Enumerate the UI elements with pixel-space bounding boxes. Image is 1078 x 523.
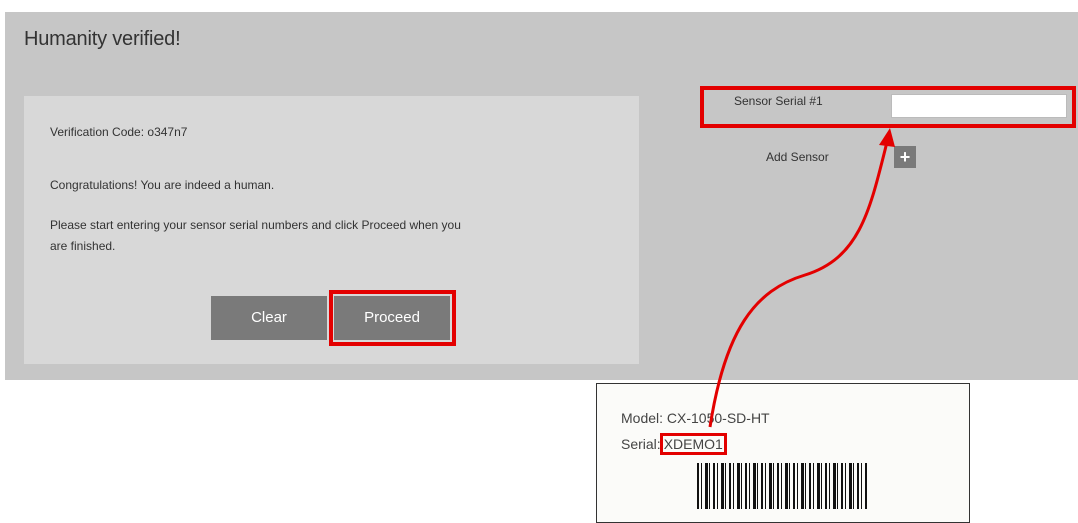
proceed-highlight: [329, 290, 456, 346]
sensor-serial-highlight: [700, 86, 1076, 128]
instructions-text-line1: Please start entering your sensor serial…: [50, 218, 461, 232]
device-serial-prefix: Serial:: [621, 436, 661, 452]
congratulations-text: Congratulations! You are indeed a human.: [50, 178, 275, 192]
plus-icon: +: [899, 147, 911, 167]
device-serial-code: XDEMO1: [659, 433, 727, 455]
device-model-text: Model: CX-1050-SD-HT: [621, 410, 770, 426]
instructions-text-line2: are finished.: [50, 239, 116, 253]
add-sensor-label: Add Sensor: [766, 150, 829, 164]
add-sensor-button[interactable]: +: [894, 146, 916, 168]
barcode-image: [697, 463, 867, 509]
verification-code-text: Verification Code: o347n7: [50, 125, 188, 139]
device-serial-line: Serial: XDEMO1: [621, 433, 727, 455]
device-label-photo: Model: CX-1050-SD-HT Serial: XDEMO1: [596, 383, 970, 523]
clear-button[interactable]: Clear: [211, 296, 327, 340]
page-title: Humanity verified!: [24, 28, 181, 50]
